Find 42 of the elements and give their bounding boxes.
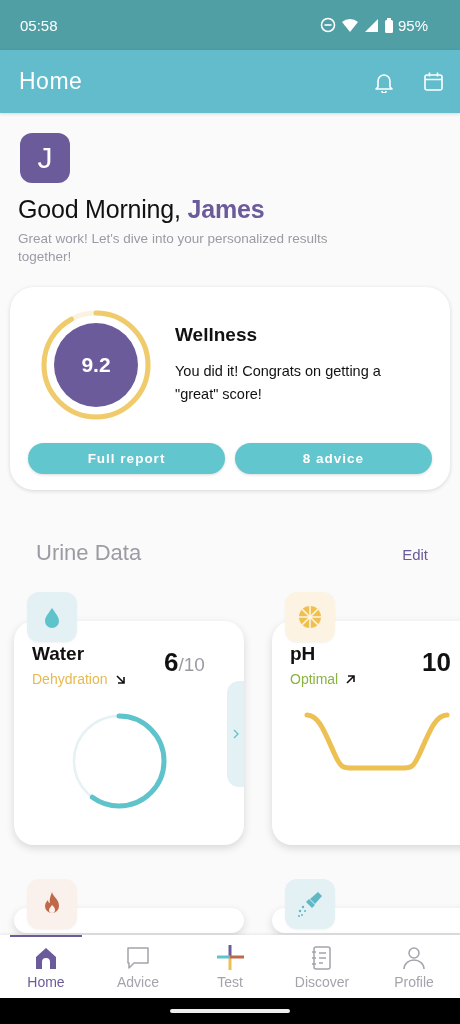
wifi-icon — [340, 17, 359, 33]
section-title: Urine Data — [36, 540, 143, 566]
nav-tab[interactable]: Profile — [368, 935, 460, 998]
nav-tab[interactable]: Advice — [92, 935, 184, 998]
metric-title: pH — [290, 643, 317, 665]
page-title: Home — [19, 68, 84, 95]
edit-link[interactable]: Edit — [402, 546, 428, 563]
greeting-subtitle: Great work! Let's dive into your personalized results together! — [18, 230, 329, 266]
greeting-heading: Good Morning, James — [18, 195, 266, 224]
do-not-disturb-icon — [319, 17, 336, 33]
home-icon — [34, 946, 58, 970]
calendar-icon[interactable] — [423, 71, 444, 92]
plus-icon — [216, 944, 244, 970]
battery-icon — [383, 17, 394, 33]
card-title: Wellness — [175, 324, 259, 346]
user-avatar[interactable]: J — [20, 133, 70, 183]
metric-status: Optimal — [290, 671, 339, 687]
citrus-slice-icon — [298, 605, 322, 629]
home-indicator[interactable] — [170, 1009, 290, 1013]
salt-shaker-icon — [296, 890, 324, 918]
person-icon — [402, 946, 426, 970]
metric-card[interactable]: Water Dehydration 6/10 — [14, 621, 244, 845]
action-button[interactable]: 8 advice — [235, 443, 432, 474]
battery-percent: 95% — [397, 16, 428, 34]
chat-bubble-icon — [126, 946, 150, 970]
nav-tab[interactable]: Discover — [276, 935, 368, 998]
metric-score: 10 — [422, 647, 451, 677]
chevron-right-icon — [231, 728, 240, 740]
nav-tab[interactable]: Home — [0, 935, 92, 998]
nav-tab[interactable]: Test — [184, 935, 276, 998]
card-message: You did it! Congrats on getting a "great" score! — [175, 362, 382, 404]
action-button[interactable]: Full report — [28, 443, 225, 474]
clock-time: 05:58 — [20, 16, 58, 34]
expand-tab[interactable] — [227, 681, 244, 787]
metric-status: Dehydration — [32, 671, 108, 687]
signal-icon — [363, 17, 379, 33]
notebook-icon — [310, 946, 334, 970]
metric-card[interactable]: pH Optimal 10 — [272, 621, 460, 845]
wellness-score: 9.2 — [54, 323, 138, 407]
metric-title: Water — [32, 643, 86, 665]
metric-score: 6 — [164, 647, 179, 677]
metric-max-score: /10 — [178, 654, 205, 675]
